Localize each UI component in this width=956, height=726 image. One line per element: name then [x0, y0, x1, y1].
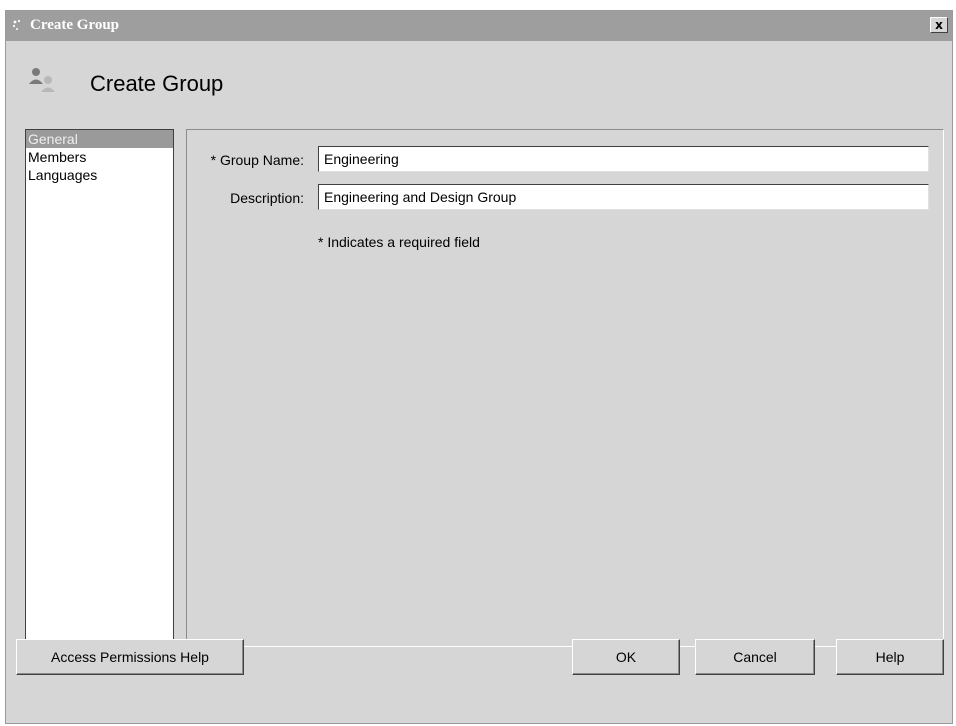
app-icon [12, 19, 21, 30]
nav-item-languages[interactable]: Languages [26, 166, 173, 184]
close-icon: x [935, 18, 943, 32]
access-permissions-help-button[interactable]: Access Permissions Help [16, 639, 244, 675]
close-button[interactable]: x [930, 17, 948, 33]
group-name-label: * Group Name: [210, 152, 304, 168]
required-field-hint: * Indicates a required field [318, 234, 480, 250]
window-title: Create Group [30, 17, 120, 33]
nav-item-general[interactable]: General [26, 130, 173, 148]
create-group-dialog: Create Group x Create Group General Memb… [5, 10, 953, 724]
group-name-input[interactable] [318, 146, 929, 172]
page-title: Create Group [90, 71, 224, 96]
group-users-icon [29, 68, 55, 92]
description-input[interactable] [318, 184, 929, 210]
ok-button[interactable]: OK [572, 639, 680, 675]
cancel-button[interactable]: Cancel [695, 639, 815, 675]
nav-item-members[interactable]: Members [26, 148, 173, 166]
general-panel: * Group Name: Description: * Indicates a… [186, 129, 944, 647]
help-button[interactable]: Help [836, 639, 944, 675]
title-bar[interactable]: Create Group x [6, 11, 952, 41]
category-list[interactable]: General Members Languages [25, 129, 174, 647]
description-label: Description: [230, 190, 304, 206]
